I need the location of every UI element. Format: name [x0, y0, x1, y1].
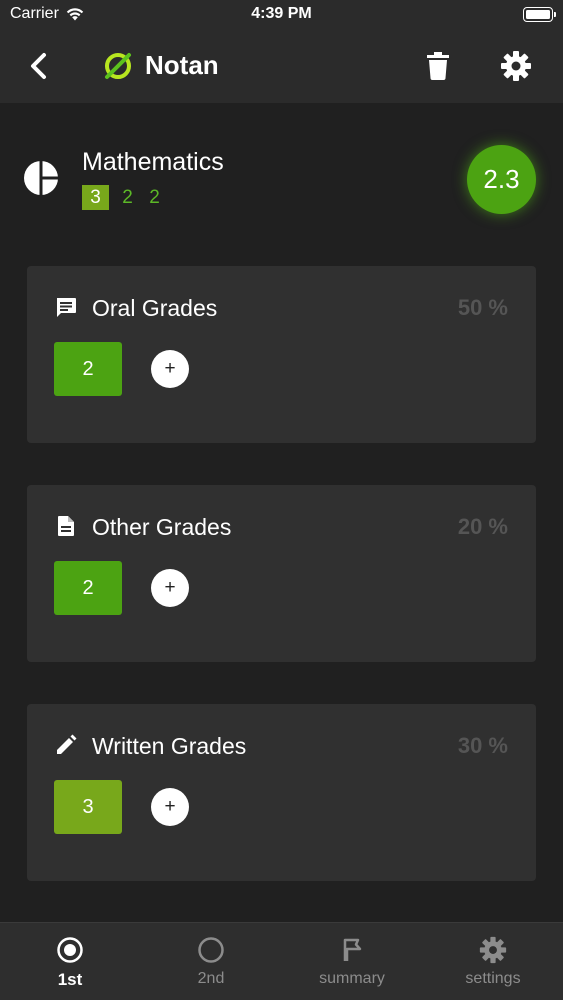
chat-icon	[57, 298, 76, 317]
gear-icon	[479, 936, 507, 964]
pencil-icon	[57, 734, 77, 754]
status-bar: Carrier 4:39 PM	[0, 0, 563, 30]
grade-box[interactable]: 2	[54, 342, 122, 396]
flag-icon	[343, 938, 362, 961]
pie-chart-icon	[24, 161, 58, 195]
tab-label: settings	[465, 970, 521, 987]
add-grade-button[interactable]: +	[151, 569, 189, 607]
add-grade-button[interactable]: +	[151, 788, 189, 826]
tab-2nd[interactable]: 2nd	[141, 923, 281, 1000]
oral-grades-card: Oral Grades 50 % 2 +	[27, 266, 536, 443]
grade-box[interactable]: 3	[54, 780, 122, 834]
grade-box[interactable]: 2	[54, 561, 122, 615]
navigation-bar: Notan	[0, 30, 563, 103]
category-weight: 30 %	[457, 733, 508, 758]
written-grades-card: Written Grades 30 % 3 +	[27, 704, 536, 881]
tab-1st[interactable]: 1st	[0, 923, 140, 1000]
category-weight: 50 %	[457, 295, 508, 320]
subject-grade: 2	[122, 186, 133, 208]
app-title: Notan	[145, 50, 219, 80]
notan-logo-icon	[105, 53, 131, 79]
radio-checked-icon	[57, 937, 83, 963]
trash-icon[interactable]	[426, 52, 450, 80]
subject-grade: 2	[149, 186, 160, 208]
category-weight: 20 %	[457, 514, 508, 539]
add-grade-button[interactable]: +	[151, 350, 189, 388]
status-time: 4:39 PM	[251, 5, 312, 22]
document-icon	[58, 516, 74, 536]
chevron-left-icon[interactable]	[26, 50, 52, 82]
tab-settings[interactable]: settings	[423, 923, 563, 1000]
tab-label: summary	[319, 970, 385, 987]
other-grades-card: Other Grades 20 % 2 +	[27, 485, 536, 662]
tab-label: 1st	[57, 970, 83, 989]
average-badge: 2.3	[467, 145, 536, 214]
subject-grades: 3 2 2	[82, 185, 163, 210]
tab-label: 2nd	[197, 970, 225, 987]
battery-icon	[523, 7, 556, 22]
radio-unchecked-icon	[198, 937, 224, 963]
tab-summary[interactable]: summary	[282, 923, 422, 1000]
category-title: Written Grades	[92, 733, 247, 759]
category-title: Oral Grades	[92, 295, 218, 321]
subject-grade: 3	[82, 185, 109, 210]
category-title: Other Grades	[92, 514, 232, 540]
gear-icon[interactable]	[500, 50, 532, 82]
tab-bar: 1st 2nd summary settings	[0, 922, 563, 1000]
subject-name: Mathematics	[82, 148, 224, 176]
